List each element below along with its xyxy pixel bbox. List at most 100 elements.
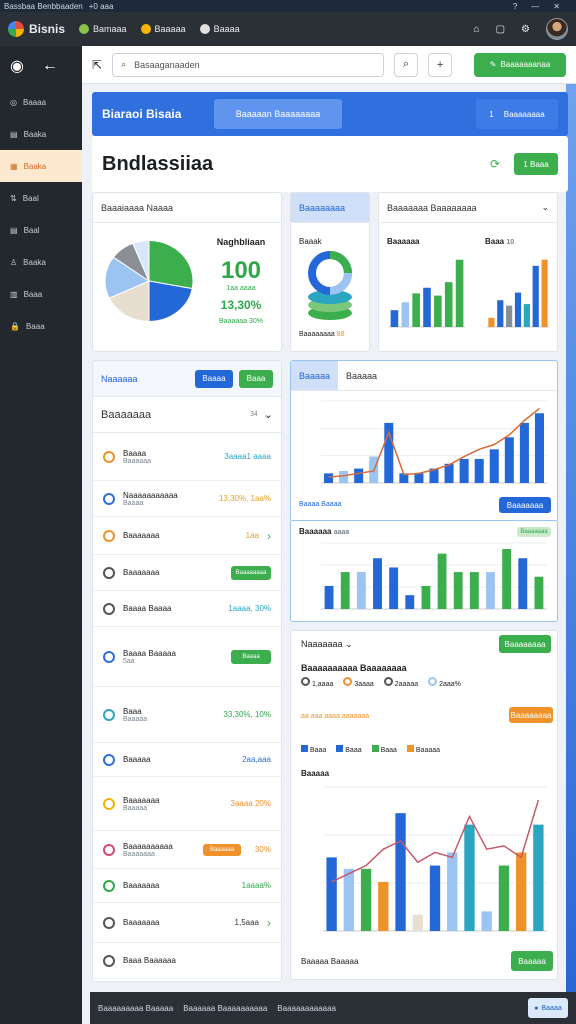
row-icon	[103, 916, 115, 929]
refresh-icon[interactable]: ⟳	[490, 157, 500, 171]
row-icon	[103, 450, 115, 463]
lock-icon: 🔒	[10, 321, 20, 331]
row-text: Baaaaaaa	[123, 531, 159, 540]
help-icon[interactable]: ?	[513, 2, 517, 11]
mic-button[interactable]: ⌕	[394, 52, 419, 77]
close-icon[interactable]: ✕	[553, 2, 560, 11]
sidebar-item[interactable]: ⇅ Baal	[0, 182, 82, 214]
list-item[interactable]: Baaaa Baaaa 1aaaa, 30%	[93, 591, 281, 627]
list-item[interactable]: Baaa Baaaaa 33,30%, 10%	[93, 687, 281, 743]
sidebar-item[interactable]: ♙ Baaka	[0, 246, 82, 278]
chart-footer-button[interactable]: Baaaaaaa	[499, 497, 551, 513]
hero-tab[interactable]: Baaaaan Baaaaaaaa	[214, 99, 342, 129]
back-arrow-icon[interactable]: ←	[42, 57, 58, 75]
sidebar-item-label: Baaka	[23, 129, 47, 139]
circle-icon: ◎	[10, 97, 17, 107]
bar	[453, 572, 463, 609]
window-icon[interactable]: ▢	[496, 24, 505, 35]
row-icon	[103, 602, 115, 615]
hero-action[interactable]: 1 Baaaaaaaa	[476, 99, 558, 129]
toolbar: ⇱ ⌕ Basaaganaaden ⌕ + ✎ Baaaaaaanaa	[82, 46, 576, 84]
list-item[interactable]: Baaaa Baaaaaa 3aaaa1 aaaa	[93, 433, 281, 481]
tab-inactive[interactable]: Baaaaa	[338, 371, 385, 381]
analytics-stats: 1,aaaa 3aaaa 2aaaaa 2aaa%	[301, 677, 461, 688]
pie-chart	[104, 240, 194, 322]
sidebar-item[interactable]: ▥ Baaa	[0, 278, 82, 310]
analytics-panel: Naaaaaaa ⌄ Baaaaaaaa Baaaaaaaaaa Baaaaaa…	[290, 630, 558, 980]
bar	[373, 558, 382, 609]
settings-icon[interactable]: ⚙	[521, 24, 530, 35]
stack-label: Baaak	[299, 237, 322, 246]
expand-icon[interactable]: ⇱	[92, 58, 102, 72]
bar	[360, 868, 372, 931]
app-nav-item[interactable]: Bamaaa	[79, 24, 127, 34]
avatar[interactable]	[546, 18, 568, 40]
row-subtitle: Baaaa	[123, 499, 144, 507]
card-header: Baaaiaaaa Naaaa	[93, 193, 281, 223]
tab-active[interactable]: Baaaaa	[291, 361, 339, 390]
bar	[324, 473, 334, 483]
analytics-tag-button[interactable]: Baaaaaaaa	[509, 707, 553, 723]
chevron-right-icon[interactable]: ›	[267, 529, 271, 543]
sidebar-item[interactable]: ◎ Baaaa	[0, 86, 82, 118]
search-input[interactable]: ⌕ Basaaganaaden	[112, 52, 385, 77]
list-button-1[interactable]: Baaaa	[195, 369, 233, 388]
list-item[interactable]: Baaaaaaa Baaaaaaaa	[93, 555, 281, 591]
row-button[interactable]: Baaaa	[231, 649, 271, 664]
list-item[interactable]: Baaaaa 2aa,aaa	[93, 743, 281, 777]
chevron-down-icon[interactable]: ⌄	[541, 202, 549, 213]
sidebar-item-label: Baal	[23, 225, 40, 235]
analytics-button[interactable]: Baaaaaaaa	[499, 635, 551, 653]
chevron-down-icon[interactable]: ⌄	[264, 408, 273, 421]
sidebar-item[interactable]: ▤ Baal	[0, 214, 82, 246]
row-text: Baaaaaaa	[123, 918, 159, 927]
list-item[interactable]: Baaaaaaaaaa Baaaaaaa Baaaaaa 30%	[93, 831, 281, 869]
list-item[interactable]: Baaaa Baaaaa 5aa Baaaa	[93, 627, 281, 687]
row-value: 1,5aaa	[234, 918, 259, 927]
list-item[interactable]: Naaaaaaaaaaa Baaaa 13,30%, 1aa%	[93, 481, 281, 517]
bar	[434, 295, 442, 327]
bar	[506, 305, 513, 327]
list-item[interactable]: Baaa Baaaaaa	[93, 943, 281, 979]
row-value: 13,30%, 1aa%	[218, 494, 271, 503]
sidebar-item-label: Baaaa	[22, 97, 47, 107]
bar	[437, 553, 447, 609]
minimize-icon[interactable]: —	[531, 2, 539, 11]
list-button-2[interactable]: Baaa	[239, 369, 273, 388]
chevron-right-icon[interactable]: ›	[267, 916, 271, 930]
home-icon[interactable]: ⌂	[474, 24, 480, 35]
card-header: Baaaaaaaa	[291, 193, 369, 223]
sidebar: ◉ ← ◎ Baaaa ▤ Baaka ▦ Baaka ⇅ Baal ▤ Baal ♙ Baaka ▥ B…	[0, 46, 82, 1024]
primary-action-button[interactable]: ✎ Baaaaaaanaa	[474, 52, 566, 77]
list-item[interactable]: Baaaaaaa Baaaaa 3aaaa 20%	[93, 777, 281, 831]
bar	[412, 293, 420, 327]
window-title: Bassbaa Benbbaaden	[4, 1, 83, 11]
bar	[412, 914, 423, 931]
row-icon	[103, 879, 115, 892]
row-title: Baaaa Baaaa	[123, 604, 172, 613]
row-icon	[103, 650, 115, 663]
page-action-button[interactable]: 1 Baaa	[514, 153, 558, 175]
window-controls: ? — ✕	[513, 2, 572, 11]
status-button[interactable]: ● Baaaa	[528, 998, 568, 1018]
bar	[464, 824, 475, 931]
sidebar-item[interactable]: 🔒 Baaa	[0, 310, 82, 342]
chevron-down-icon[interactable]: ⌄	[345, 639, 353, 649]
app-nav-item[interactable]: Baaaa	[199, 24, 240, 34]
sidebar-item[interactable]: ▦ Baaka	[0, 150, 82, 182]
analytics-title: Baaaaaaaaaa Baaaaaaaa	[301, 663, 407, 673]
app-nav-item[interactable]: Baaaaa	[140, 24, 186, 34]
sidebar-top: ◉ ←	[0, 46, 82, 86]
sidebar-item[interactable]: ▤ Baaka	[0, 118, 82, 150]
chart2-title: Baaaaaa aaaa	[299, 527, 350, 536]
row-button[interactable]: Baaaaaaaa	[231, 565, 271, 580]
analytics-bottom-button[interactable]: Baaaaa	[511, 951, 553, 971]
apps-icon[interactable]: ◉	[10, 56, 24, 76]
list-item[interactable]: Baaaaaaa 1aaaa%	[93, 869, 281, 903]
row-text: Baaaaaaa	[123, 881, 159, 890]
list-item[interactable]: Baaaaaaa 1aa ›	[93, 517, 281, 555]
add-button[interactable]: +	[428, 52, 453, 77]
list-item[interactable]: Baaaaaaa 1,5aaa ›	[93, 903, 281, 943]
dot-icon	[199, 24, 210, 34]
app-logo[interactable]: Bisnis	[8, 21, 65, 37]
